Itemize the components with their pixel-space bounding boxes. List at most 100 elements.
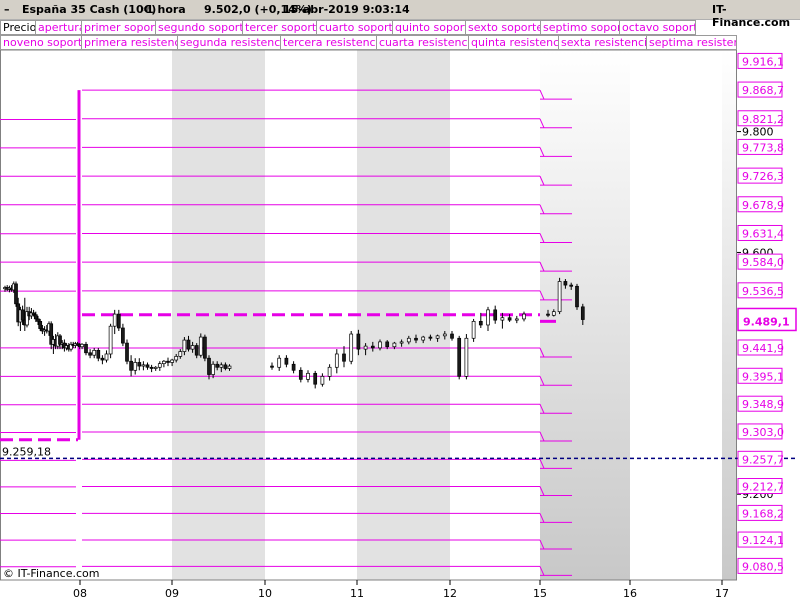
candle-body — [133, 362, 138, 371]
candle-body — [112, 313, 117, 327]
y-tick-label: 9.600 — [742, 246, 774, 259]
level-connector — [539, 147, 545, 157]
level-tag — [737, 282, 783, 299]
candle-body — [73, 343, 78, 346]
legend-item[interactable]: cuarto soporte — [317, 20, 393, 35]
x-tick-label: 11 — [350, 587, 364, 600]
candle-body — [51, 339, 56, 345]
level-tag — [737, 557, 783, 574]
level-tag-label: 9.168,2 — [742, 507, 784, 520]
legend-item[interactable]: septima resistencia — [647, 35, 737, 50]
candle-body — [211, 363, 215, 375]
candle-body — [457, 337, 462, 377]
candle-body — [14, 283, 18, 305]
legend-item[interactable]: cuarta resistencia — [377, 35, 469, 50]
candle-body — [198, 336, 203, 356]
level-tag-label: 9.124,1 — [742, 534, 784, 547]
legend-item[interactable]: octavo soporte — [620, 20, 696, 35]
candle-body — [421, 336, 426, 341]
candle-body — [563, 281, 568, 286]
legend-item[interactable]: segundo soporte — [156, 20, 243, 35]
candle-body — [349, 333, 354, 362]
candle-body — [522, 313, 526, 320]
candle-body — [53, 339, 58, 347]
candle-body — [486, 309, 490, 326]
legend-item[interactable]: apertura — [36, 20, 82, 35]
level-tag — [737, 395, 783, 412]
x-tick-label: 16 — [623, 587, 637, 600]
legend-item[interactable]: sexta resistencia — [559, 35, 647, 50]
candle-body — [157, 363, 162, 368]
candle-body — [80, 343, 84, 348]
level-connector — [539, 431, 545, 442]
candle-body — [182, 339, 187, 352]
candle-body — [219, 364, 224, 368]
candle-body — [342, 353, 346, 362]
title-bar: – España 35 Cash (10€) 1 hora 9.502,0 (+… — [0, 0, 800, 29]
candle-body — [71, 343, 76, 346]
y-tick-label: 9.200 — [742, 488, 774, 501]
candle-body — [406, 337, 411, 343]
candle-body — [25, 311, 29, 326]
candle-body — [11, 283, 16, 291]
level-connector — [539, 204, 545, 214]
candle-body — [121, 327, 125, 344]
candle-body — [507, 317, 512, 321]
candle-body — [88, 352, 92, 356]
candle-body — [284, 357, 289, 365]
plot-background — [0, 50, 737, 580]
level-tag — [737, 478, 783, 495]
candle-body — [16, 303, 21, 323]
legend-item[interactable]: tercer soporte — [243, 20, 317, 35]
candle-body — [493, 309, 498, 321]
candle-body — [40, 328, 45, 332]
candle-body — [327, 366, 332, 377]
candle-body — [42, 329, 47, 332]
candle-body — [77, 344, 82, 348]
level-connector — [539, 539, 545, 550]
x-tick-label: 10 — [258, 587, 272, 600]
x-tick-label: 12 — [443, 587, 457, 600]
price-chart[interactable]: 9.259,18 9.800 9.600 9.200 9.916,1 9.868,7 9.… — [0, 0, 800, 600]
candle-body — [569, 284, 574, 287]
level-tag-label: 9.212,7 — [742, 481, 784, 494]
candle-body — [36, 318, 40, 322]
level-connector — [539, 513, 545, 523]
candle-body — [27, 311, 32, 317]
candle-body — [18, 309, 23, 323]
instrument-name: España 35 Cash (10€) — [22, 3, 157, 16]
candle-body — [471, 320, 476, 339]
candle-body — [58, 335, 62, 345]
legend-item[interactable]: septimo soporte — [541, 20, 620, 35]
legend-item[interactable]: segunda resistencia — [178, 35, 281, 50]
level-tag — [737, 423, 783, 440]
legend-item[interactable]: Precio — [0, 20, 36, 35]
candle-body — [44, 329, 49, 332]
legend-item[interactable]: primer soporte — [82, 20, 156, 35]
candle-body — [153, 366, 158, 369]
level-tag-label: 9.080,5 — [742, 560, 784, 573]
legend-item[interactable]: primera resistencia — [82, 35, 178, 50]
plot-border — [0, 49, 737, 581]
candle-body — [64, 345, 69, 349]
level-tag — [737, 504, 783, 521]
candle-body — [392, 342, 397, 348]
candle-body — [385, 341, 390, 348]
x-tick-label: 17 — [715, 587, 729, 600]
legend-item[interactable]: quinto soporte — [393, 20, 466, 35]
candle-body — [125, 342, 129, 362]
legend-item[interactable]: tercera resistencia — [281, 35, 377, 50]
legend-item[interactable]: quinta resistencia — [469, 35, 559, 50]
candle-body — [575, 285, 579, 308]
session-band — [540, 50, 630, 580]
candle-body — [203, 336, 207, 359]
legend-item[interactable]: sexto soporte — [466, 20, 541, 35]
candle-body — [557, 281, 562, 313]
candle-body — [162, 360, 166, 364]
legend-item[interactable]: noveno soporte — [0, 35, 82, 50]
candle-body — [190, 345, 195, 350]
minus-icon[interactable]: – — [4, 3, 10, 16]
level-tag-label: 9.773,8 — [742, 141, 784, 154]
candle-body — [5, 287, 10, 290]
level-tag-label: 9.303,0 — [742, 426, 784, 439]
